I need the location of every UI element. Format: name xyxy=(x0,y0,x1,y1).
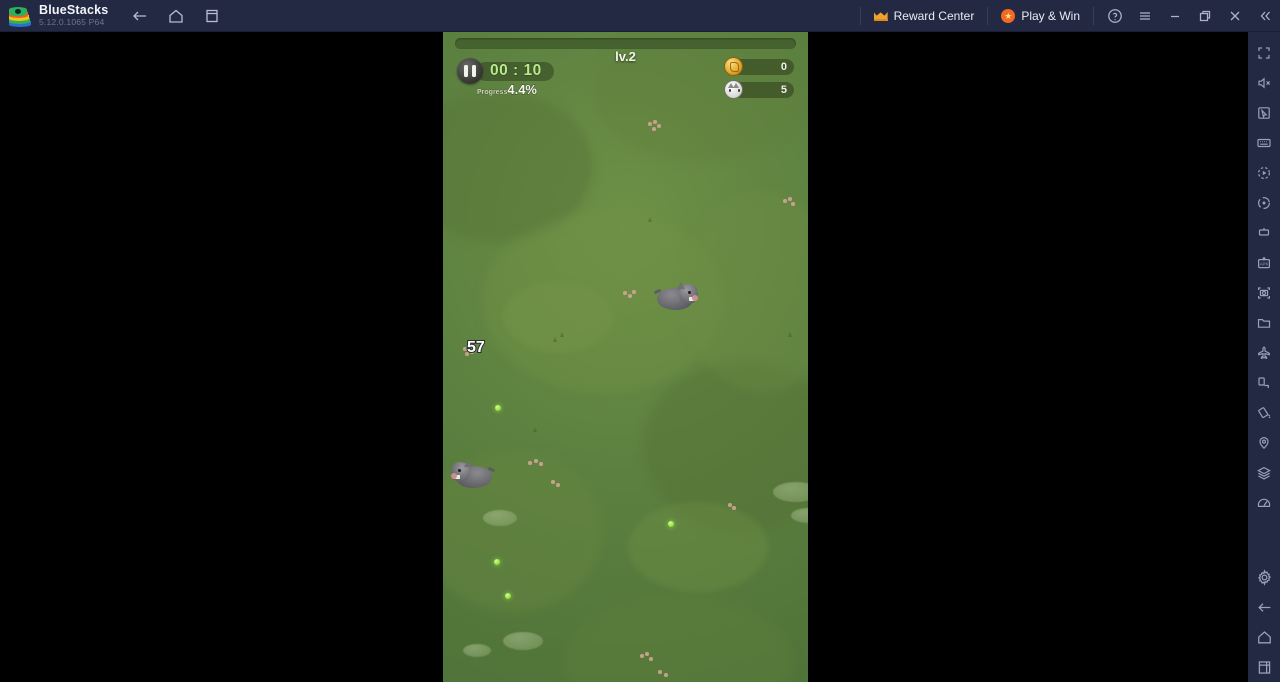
xp-gem xyxy=(495,405,501,411)
layers-icon[interactable] xyxy=(1249,458,1279,488)
ground-rock xyxy=(791,508,808,523)
app-title: BlueStacks xyxy=(39,2,109,17)
grass-tuft xyxy=(533,427,537,432)
progress-value: 4.4% xyxy=(507,82,538,98)
terrain-patch xyxy=(563,592,793,682)
mute-icon[interactable] xyxy=(1249,68,1279,98)
terrain-patch xyxy=(683,192,808,392)
kill-value: 5 xyxy=(780,83,788,96)
screenshot-icon[interactable] xyxy=(1249,278,1279,308)
multi-instance-icon[interactable] xyxy=(1249,218,1279,248)
restore-icon[interactable] xyxy=(1190,0,1220,32)
performance-icon[interactable] xyxy=(1249,488,1279,518)
ground-rock xyxy=(463,644,491,657)
sidebar-back-icon[interactable] xyxy=(1249,592,1279,622)
timer-value: 00 : 10 xyxy=(490,62,542,80)
back-icon[interactable] xyxy=(130,6,150,26)
bluestacks-window: BlueStacks 5.12.0.1065 P64 Reward Center xyxy=(0,0,1280,682)
xp-gem xyxy=(505,593,511,599)
titlebar-right-group: Reward Center Play & Win xyxy=(859,0,1280,32)
question-circle-icon[interactable] xyxy=(1100,0,1130,32)
flower-cluster xyxy=(783,197,797,209)
flower-cluster xyxy=(728,502,742,514)
play-and-win-label: Play & Win xyxy=(1021,8,1080,23)
counter-group: 0 5 xyxy=(724,57,794,103)
flower-cluster xyxy=(658,670,672,682)
grass-tuft xyxy=(788,332,792,337)
sidebar-recents-icon[interactable] xyxy=(1249,652,1279,682)
title-bar: BlueStacks 5.12.0.1065 P64 Reward Center xyxy=(0,0,1280,32)
cursor-icon[interactable] xyxy=(1249,98,1279,128)
timer-group: 00 : 10 xyxy=(457,58,554,84)
ground-rock xyxy=(483,510,517,526)
svg-text:APK: APK xyxy=(1260,262,1269,267)
reward-center-label: Reward Center xyxy=(893,8,975,23)
grass-tuft xyxy=(560,332,564,337)
close-icon[interactable] xyxy=(1220,0,1250,32)
play-and-win-button[interactable]: Play & Win xyxy=(988,0,1093,32)
terrain-patch xyxy=(503,282,613,352)
rotate-icon[interactable] xyxy=(1249,368,1279,398)
timer-pill: 00 : 10 xyxy=(476,61,554,81)
recents-icon[interactable] xyxy=(202,6,222,26)
sidebar-home-icon[interactable] xyxy=(1249,622,1279,652)
game-screen[interactable]: lv.2 00 : 10 Progress 4.4% 0 5 57 xyxy=(443,32,808,682)
settings-gear-icon[interactable] xyxy=(1249,562,1279,592)
progress-label: Progress xyxy=(477,89,508,97)
app-version: 5.12.0.1065 P64 xyxy=(39,17,105,28)
tools-sidebar: APK xyxy=(1248,32,1280,682)
star-badge-icon xyxy=(1001,8,1016,23)
wolf-head-icon xyxy=(724,80,743,99)
install-apk-icon[interactable]: APK xyxy=(1249,248,1279,278)
titlebar-nav-group xyxy=(130,6,222,26)
hamburger-icon[interactable] xyxy=(1130,0,1160,32)
terrain-patch xyxy=(628,502,768,592)
floating-damage-number: 57 xyxy=(466,338,486,357)
double-chevron-left-icon[interactable] xyxy=(1250,0,1280,32)
coin-counter: 0 xyxy=(724,57,794,76)
keyboard-controls-icon[interactable] xyxy=(1249,128,1279,158)
emulator-viewport: lv.2 00 : 10 Progress 4.4% 0 5 57 xyxy=(0,32,1248,682)
flower-cluster xyxy=(623,290,637,302)
airplane-icon[interactable] xyxy=(1249,338,1279,368)
flower-cluster xyxy=(528,459,543,471)
xp-bar xyxy=(455,38,796,49)
shake-icon[interactable] xyxy=(1249,398,1279,428)
location-icon[interactable] xyxy=(1249,428,1279,458)
coin-icon xyxy=(724,57,743,76)
record-icon[interactable] xyxy=(1249,188,1279,218)
grass-tuft xyxy=(553,337,557,342)
crown-icon xyxy=(873,10,888,21)
macro-icon[interactable] xyxy=(1249,158,1279,188)
xp-gem xyxy=(494,559,500,565)
home-icon[interactable] xyxy=(166,6,186,26)
xp-gem xyxy=(668,521,674,527)
bluestacks-logo-icon xyxy=(9,5,31,27)
flower-cluster xyxy=(640,652,654,664)
flower-cluster xyxy=(648,120,662,132)
progress-group: Progress 4.4% xyxy=(477,82,538,98)
coin-value: 0 xyxy=(780,60,788,73)
minimize-icon[interactable] xyxy=(1160,0,1190,32)
enemy-boar xyxy=(451,460,496,489)
divider xyxy=(1093,6,1094,25)
media-folder-icon[interactable] xyxy=(1249,308,1279,338)
ground-rock xyxy=(503,632,543,650)
grass-tuft xyxy=(648,217,652,222)
app-identity: BlueStacks 5.12.0.1065 P64 xyxy=(39,2,109,28)
reward-center-button[interactable]: Reward Center xyxy=(861,0,988,32)
flower-cluster xyxy=(551,480,565,492)
kill-counter: 5 xyxy=(724,80,794,99)
enemy-boar xyxy=(653,282,698,311)
pause-button[interactable] xyxy=(457,58,483,84)
fullscreen-icon[interactable] xyxy=(1249,38,1279,68)
